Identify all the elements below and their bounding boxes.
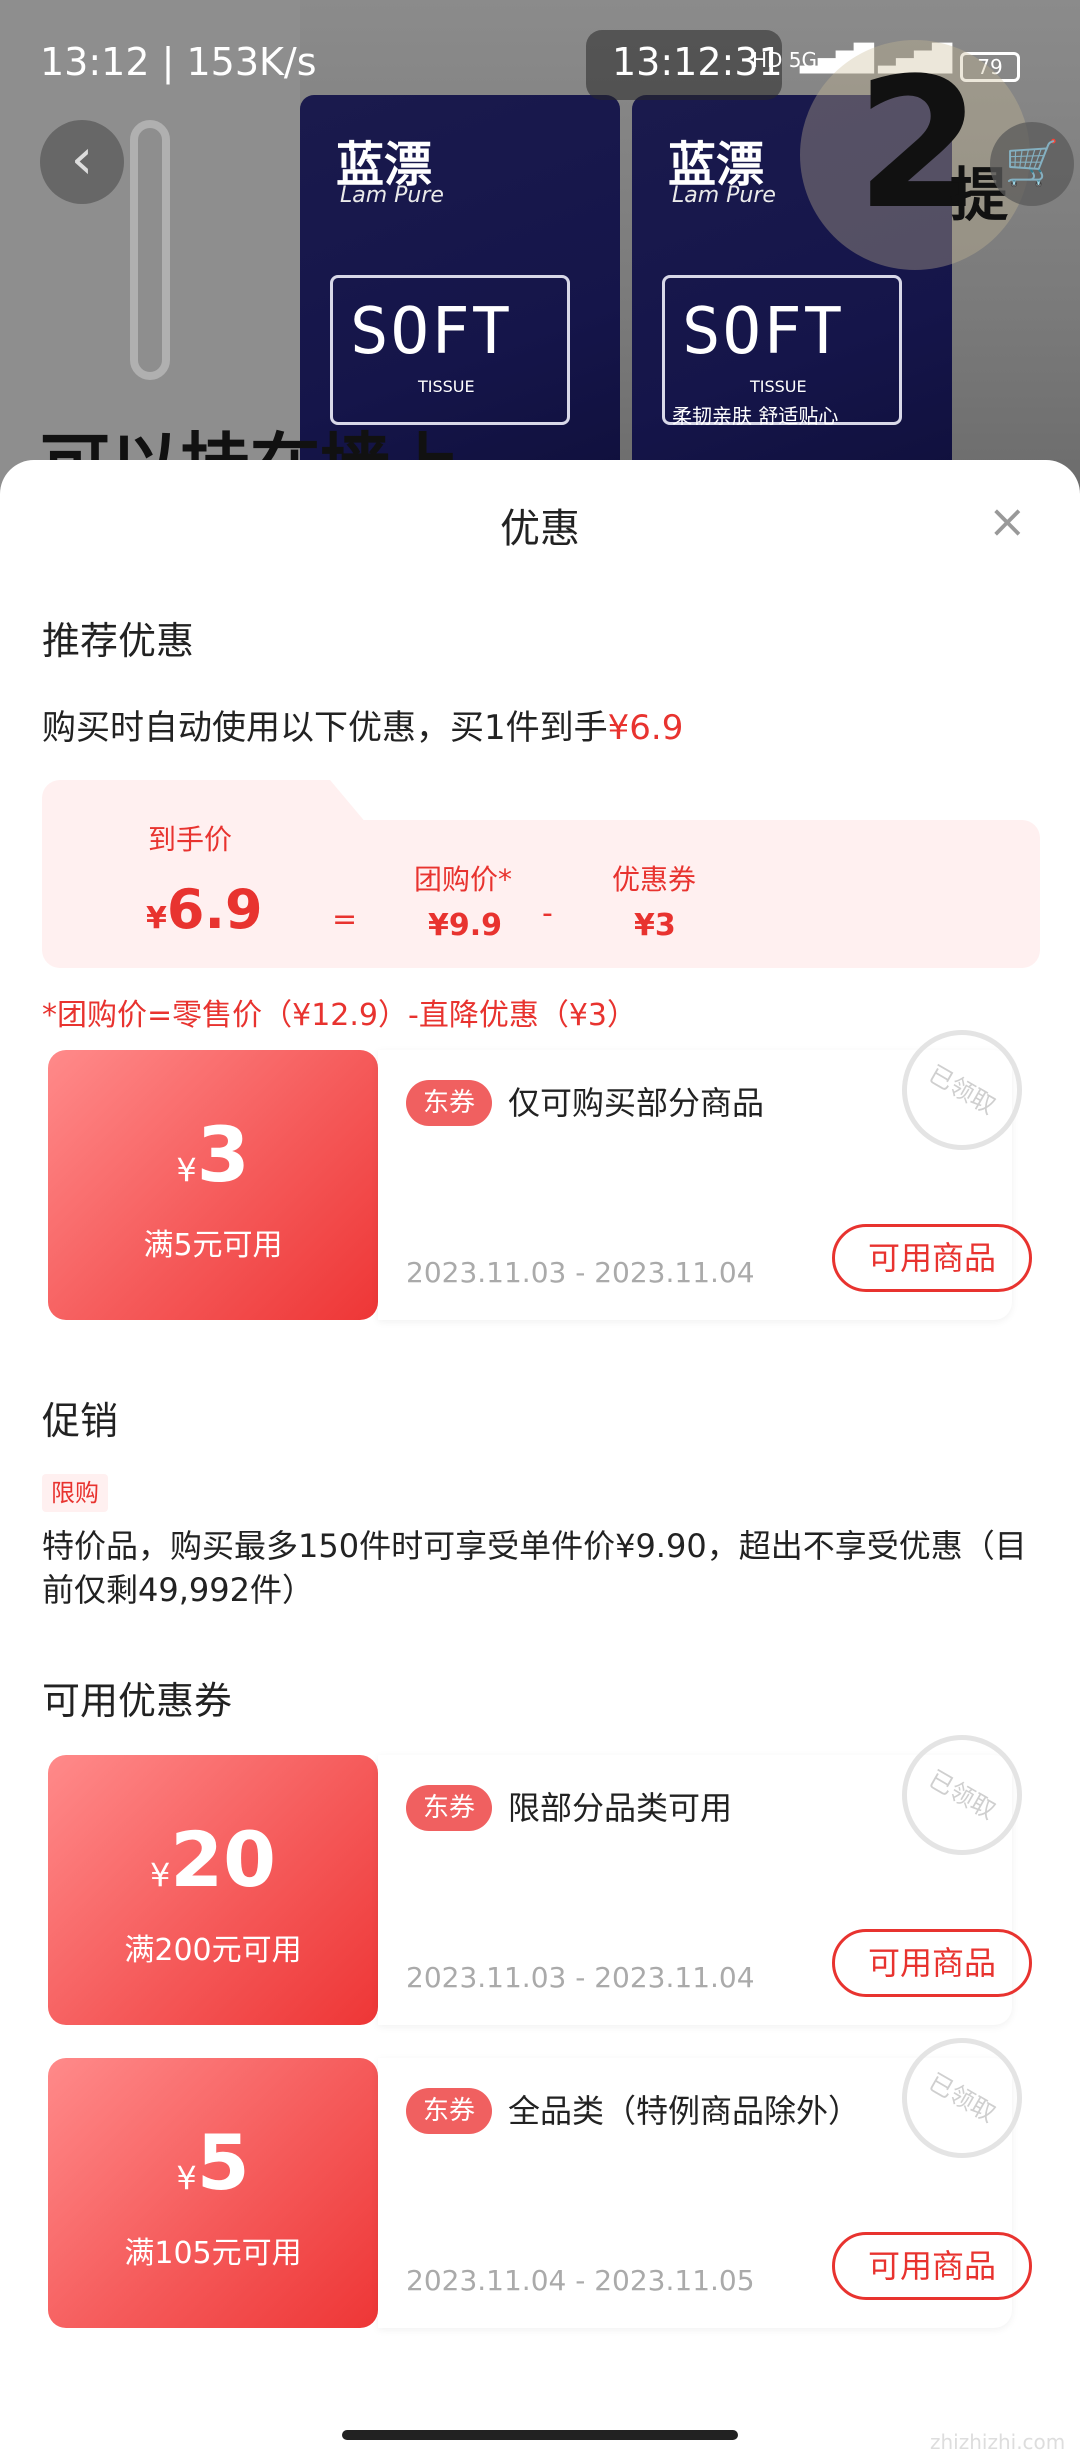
coupon-yen: ¥ bbox=[176, 1151, 197, 1189]
towel-rail-image bbox=[130, 120, 170, 380]
coupon-value-block: ¥3 满5元可用 bbox=[48, 1050, 378, 1320]
final-price: ¥6.9 bbox=[146, 878, 263, 941]
status-left-text: 13:12 | 153K/s bbox=[40, 40, 317, 84]
back-button[interactable]: ‹ bbox=[40, 120, 124, 204]
coupon-detail: 已领取 东券 仅可购买部分商品 2023.11.03 - 2023.11.04 … bbox=[378, 1008, 1044, 1320]
coupon-value-block: ¥20 满200元可用 bbox=[48, 1755, 378, 2025]
group-price-label: 团购价* bbox=[414, 863, 513, 896]
coupon-detail: 已领取 东券 全品类（特例商品除外） 2023.11.04 - 2023.11.… bbox=[378, 2016, 1044, 2328]
coupon-condition: 满105元可用 bbox=[124, 2236, 302, 2271]
cart-icon: 🛒 bbox=[1004, 138, 1060, 189]
coupon-yen: ¥ bbox=[149, 1856, 171, 1894]
home-indicator[interactable] bbox=[342, 2430, 738, 2440]
coupon-number: 20 bbox=[170, 1815, 277, 1904]
desc-price: ¥6.9 bbox=[607, 708, 684, 748]
discount-sheet: 优惠 × 推荐优惠 购买时自动使用以下优惠，买1件到手¥6.9 到手价 ¥6.9… bbox=[0, 460, 1080, 2460]
coupon-amount: ¥3 bbox=[48, 1110, 378, 1199]
tissue-label: TISSUE bbox=[418, 377, 475, 396]
recommended-desc: 购买时自动使用以下优惠，买1件到手¥6.9 bbox=[42, 700, 683, 749]
chevron-left-icon: ‹ bbox=[70, 127, 94, 192]
available-coupons-title: 可用优惠券 bbox=[42, 1679, 233, 1723]
coupon-dates: 2023.11.03 - 2023.11.04 bbox=[406, 1961, 755, 1994]
equals-sign: = bbox=[332, 902, 358, 937]
coupon-type-tag: 东券 bbox=[406, 2088, 492, 2134]
coupon-scope-text: 全品类（特例商品除外） bbox=[508, 2092, 861, 2130]
coupon-label: 优惠券 bbox=[612, 863, 697, 896]
final-price-yen: ¥ bbox=[146, 901, 167, 936]
final-price-label: 到手价 bbox=[148, 823, 233, 856]
group-price-note: *团购价=零售价（¥12.9）-直降优惠（¥3） bbox=[42, 998, 638, 1033]
coupon-amount: ¥20 bbox=[48, 1815, 378, 1904]
promotion-title: 促销 bbox=[42, 1399, 119, 1443]
close-icon[interactable]: × bbox=[988, 498, 1027, 544]
coupon-number: 5 bbox=[196, 2118, 250, 2207]
limit-tag: 限购 bbox=[42, 1474, 108, 1512]
package-slogan: 柔韧亲肤 舒适贴心 bbox=[672, 404, 839, 428]
coupon-card: ¥3 满5元可用 已领取 东券 仅可购买部分商品 2023.11.03 - 20… bbox=[48, 1008, 1044, 1320]
group-price-value: ¥9.9 bbox=[428, 908, 503, 943]
promotion-text: 特价品，购买最多150件时可享受单件价¥9.90，超出不享受优惠（目前仅剩49,… bbox=[42, 1527, 1027, 1609]
claimed-stamp: 已领取 bbox=[880, 2016, 1044, 2180]
applicable-products-button[interactable]: 可用商品 bbox=[832, 2232, 1032, 2300]
price-breakdown-panel: 到手价 ¥6.9 = 团购价* ¥9.9 - 优惠券 ¥3 bbox=[42, 780, 1040, 968]
coupon-amount: ¥5 bbox=[48, 2118, 378, 2207]
watermark-url: zhizhizhi.com bbox=[930, 2430, 1066, 2454]
coupon-card: ¥5 满105元可用 已领取 东券 全品类（特例商品除外） 2023.11.04… bbox=[48, 2016, 1044, 2328]
coupon-value-block: ¥5 满105元可用 bbox=[48, 2058, 378, 2328]
coupon-type-tag: 东券 bbox=[406, 1785, 492, 1831]
applicable-products-button[interactable]: 可用商品 bbox=[832, 1224, 1032, 1292]
claimed-stamp: 已领取 bbox=[880, 1008, 1044, 1172]
coupon-scope-text: 限部分品类可用 bbox=[508, 1789, 733, 1827]
coupon-dates: 2023.11.04 - 2023.11.05 bbox=[406, 2264, 755, 2297]
product-word: SOFT bbox=[682, 295, 845, 369]
tissue-label: TISSUE bbox=[750, 377, 807, 396]
final-price-amount: 6.9 bbox=[166, 878, 263, 941]
coupon-dates: 2023.11.03 - 2023.11.04 bbox=[406, 1256, 755, 1289]
coupon-scope-text: 仅可购买部分商品 bbox=[508, 1084, 765, 1122]
desc-prefix: 购买时自动使用以下优惠，买1件到手 bbox=[42, 708, 608, 748]
minus-sign: - bbox=[542, 896, 553, 931]
coupon-yen: ¥ bbox=[176, 2159, 197, 2197]
coupon-card: ¥20 满200元可用 已领取 东券 限部分品类可用 2023.11.03 - … bbox=[48, 1713, 1044, 2025]
brand-en: Lam Pure bbox=[672, 183, 776, 208]
brand-en: Lam Pure bbox=[340, 183, 444, 208]
sheet-title: 优惠 bbox=[500, 506, 580, 552]
recommended-title: 推荐优惠 bbox=[42, 619, 195, 663]
coupon-condition: 满200元可用 bbox=[124, 1933, 302, 1968]
coupon-type-tag: 东券 bbox=[406, 1080, 492, 1126]
coupon-detail: 已领取 东券 限部分品类可用 2023.11.03 - 2023.11.04 可… bbox=[378, 1713, 1044, 2025]
applicable-products-button[interactable]: 可用商品 bbox=[832, 1929, 1032, 1997]
coupon-condition: 满5元可用 bbox=[143, 1228, 283, 1263]
cart-button[interactable]: 🛒 bbox=[990, 122, 1074, 206]
claimed-stamp: 已领取 bbox=[880, 1713, 1044, 1877]
coupon-number: 3 bbox=[196, 1110, 250, 1199]
product-word: SOFT bbox=[350, 295, 513, 369]
coupon-value: ¥3 bbox=[634, 908, 676, 943]
